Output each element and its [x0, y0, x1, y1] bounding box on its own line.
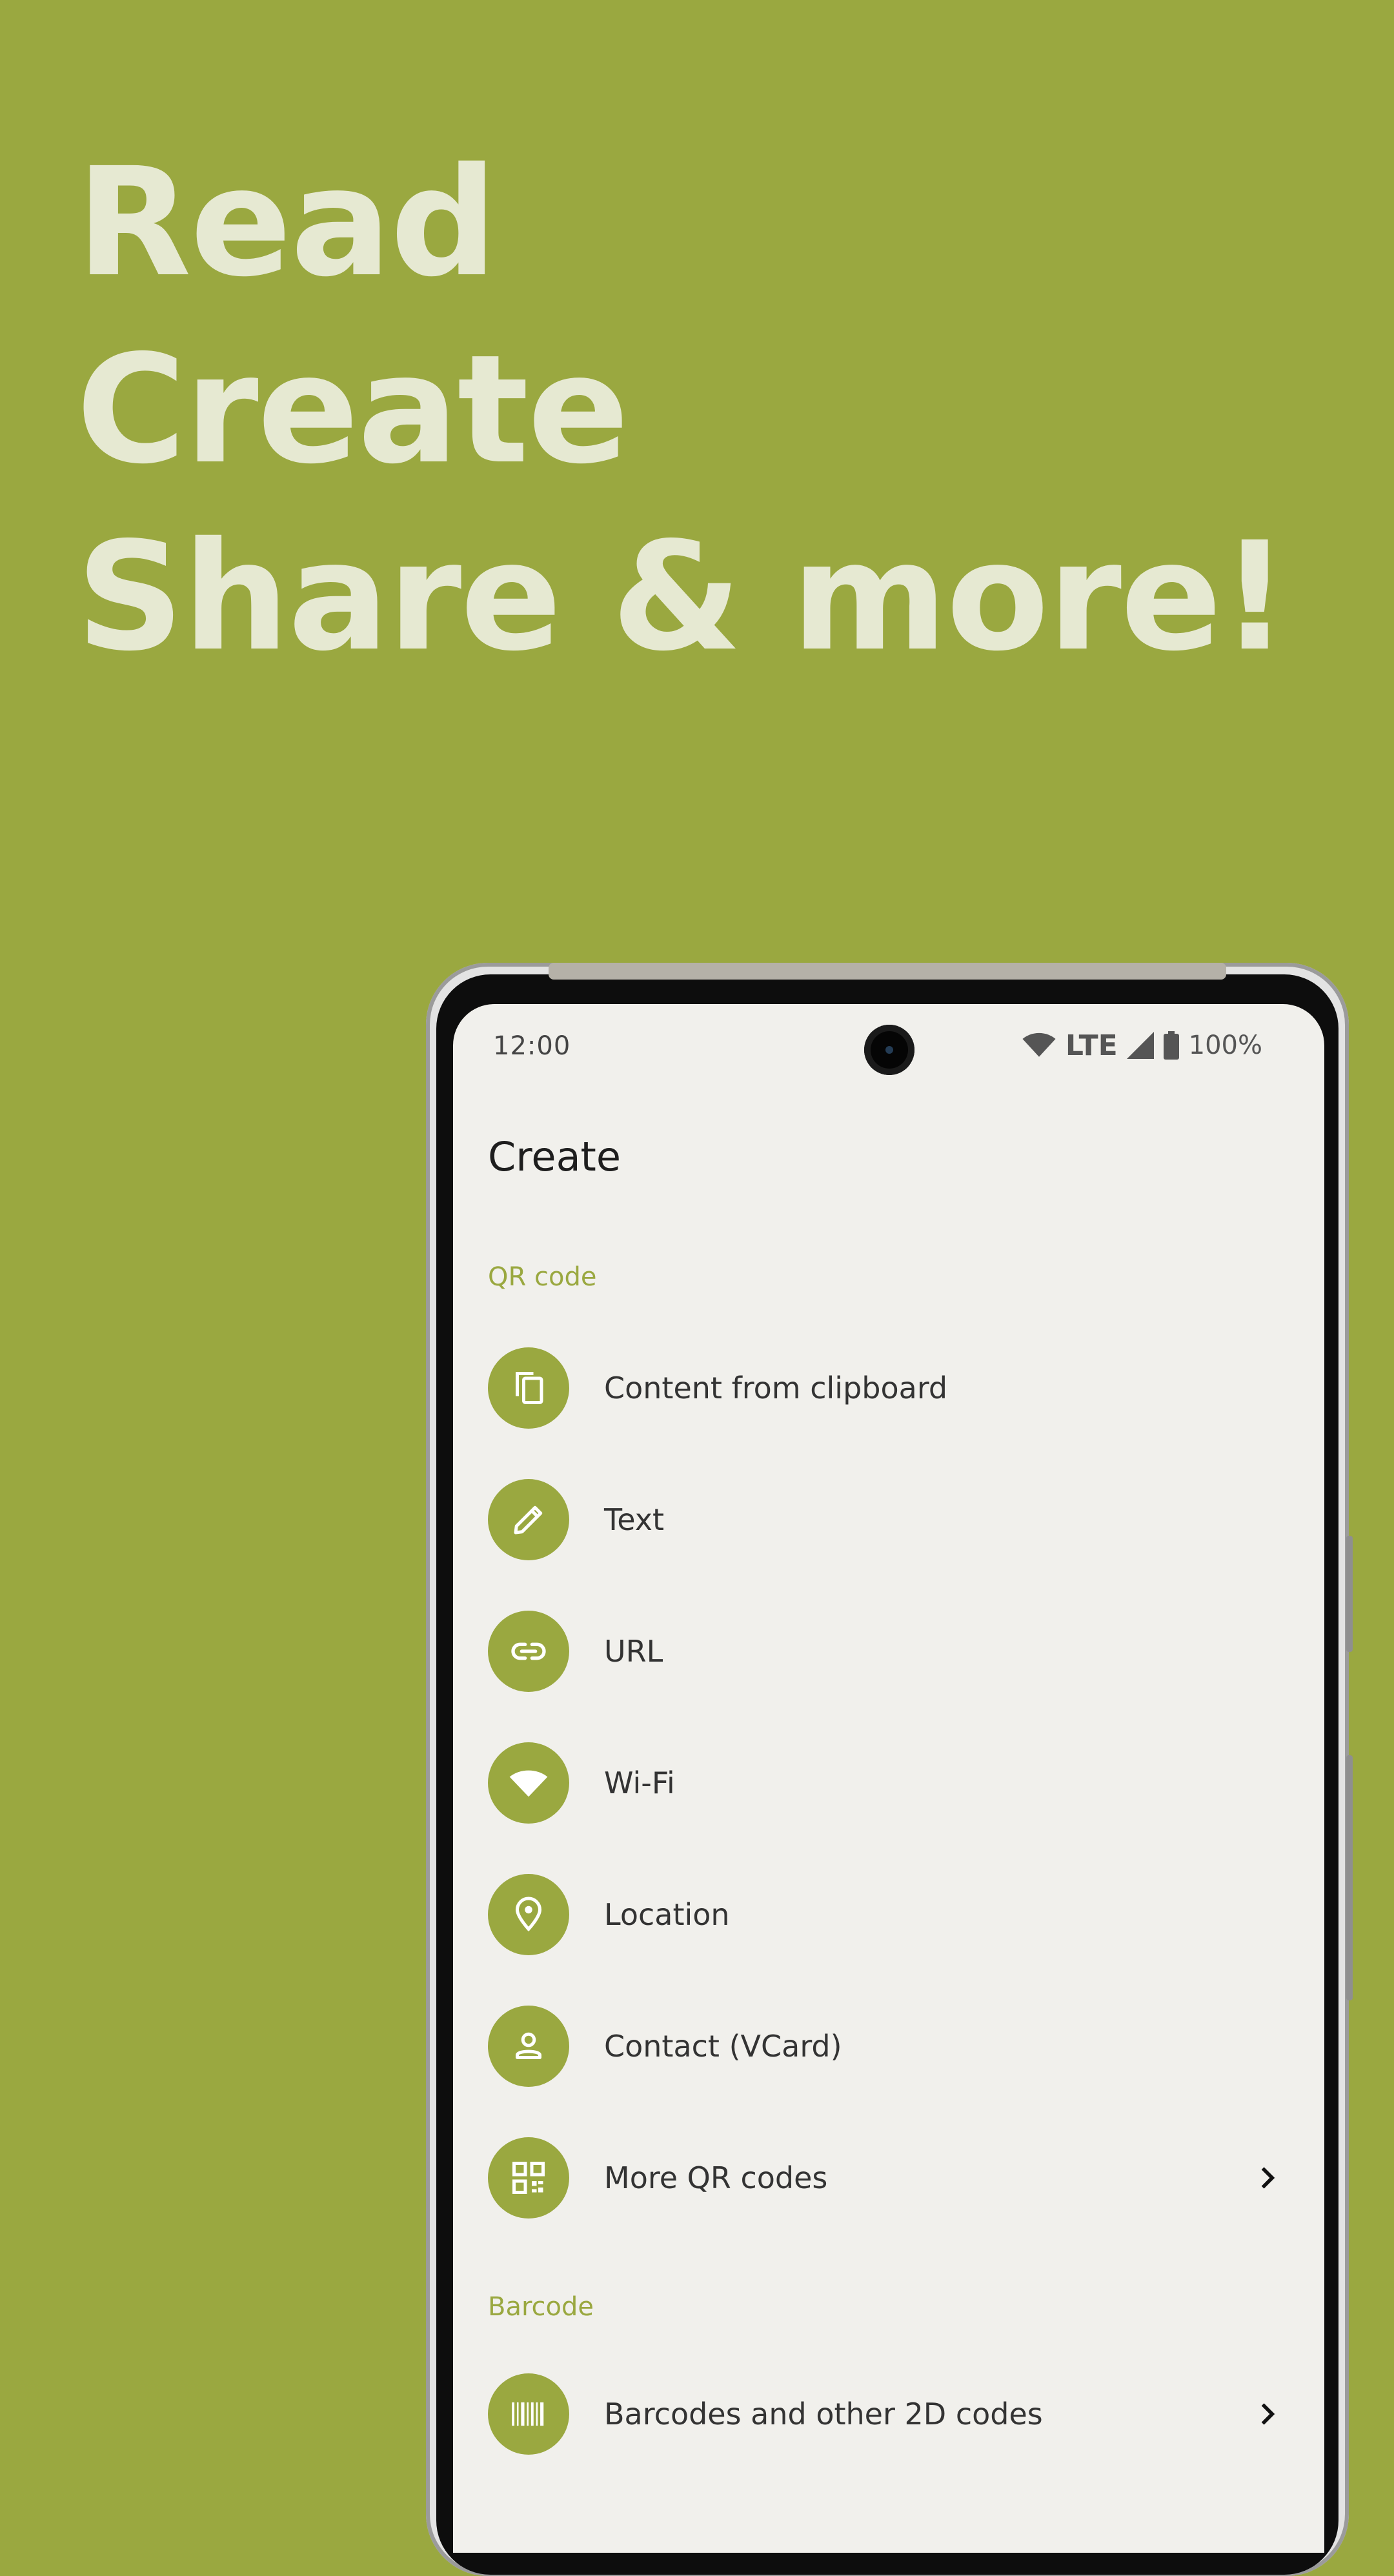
qr-code-icon — [488, 2137, 569, 2219]
list-item-content-from-clipboard[interactable]: Content from clipboard — [488, 1347, 1282, 1429]
battery-percent: 100% — [1188, 1031, 1262, 1060]
clipboard-icon — [488, 1347, 569, 1429]
phone-top-edge — [549, 963, 1226, 980]
network-type: LTE — [1065, 1029, 1118, 1062]
hero-headline: Read Create Share & more! — [76, 129, 1289, 690]
page-title: Create — [488, 1133, 621, 1180]
list-item-label: URL — [604, 1634, 663, 1669]
person-icon — [488, 2006, 569, 2087]
pencil-icon — [488, 1479, 569, 1560]
list-item-barcodes-and-other-2d-codes[interactable]: Barcodes and other 2D codes — [488, 2373, 1282, 2455]
section-header-barcode: Barcode — [488, 2292, 594, 2322]
wifi-status-icon — [1022, 1032, 1056, 1057]
hero-line-share: Share & more! — [76, 510, 1289, 684]
list-item-url[interactable]: URL — [488, 1611, 1282, 1692]
status-icons: LTE 100% — [1022, 1027, 1262, 1063]
phone-volume-button — [1346, 1755, 1353, 2000]
list-item-wi-fi[interactable]: Wi-Fi — [488, 1742, 1282, 1824]
battery-icon — [1163, 1031, 1179, 1060]
phone-screen: 12:00 LTE 100% Create QR code Content fr… — [453, 1004, 1324, 2553]
chevron-right-icon — [1253, 2400, 1282, 2428]
cell-signal-icon — [1126, 1032, 1154, 1059]
list-item-location[interactable]: Location — [488, 1874, 1282, 1955]
barcode-icon — [488, 2373, 569, 2455]
list-item-label: Wi-Fi — [604, 1766, 675, 1800]
hero-line-create: Create — [76, 323, 629, 497]
list-item-label: More QR codes — [604, 2160, 828, 2195]
list-item-label: Location — [604, 1897, 730, 1932]
front-camera — [864, 1025, 914, 1075]
status-time: 12:00 — [493, 1031, 571, 1061]
hero-line-read: Read — [76, 136, 498, 310]
list-item-label: Text — [604, 1502, 665, 1537]
wifi-icon — [488, 1742, 569, 1824]
list-item-contact-vcard[interactable]: Contact (VCard) — [488, 2006, 1282, 2087]
location-pin-icon — [488, 1874, 569, 1955]
phone-power-button — [1346, 1536, 1353, 1652]
list-item-label: Content from clipboard — [604, 1371, 948, 1405]
list-item-more-qr-codes[interactable]: More QR codes — [488, 2137, 1282, 2219]
list-item-label: Barcodes and other 2D codes — [604, 2397, 1043, 2431]
list-item-label: Contact (VCard) — [604, 2029, 842, 2064]
list-item-text[interactable]: Text — [488, 1479, 1282, 1560]
link-icon — [488, 1611, 569, 1692]
section-header-qr-code: QR code — [488, 1262, 597, 1292]
chevron-right-icon — [1253, 2164, 1282, 2192]
